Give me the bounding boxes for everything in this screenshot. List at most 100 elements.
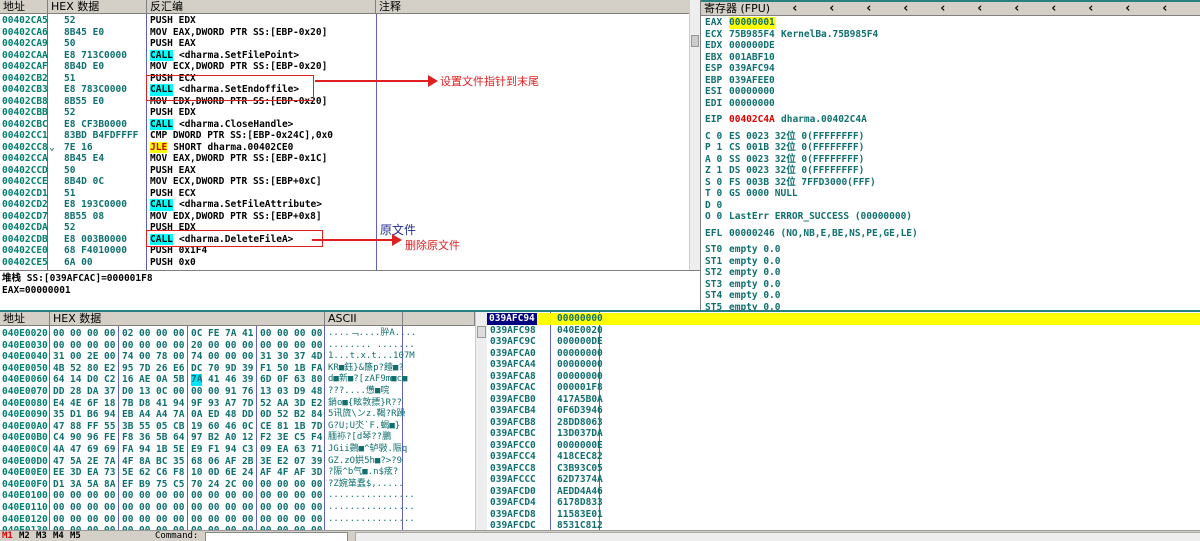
- dump-byte[interactable]: 00: [294, 328, 305, 340]
- dump-byte[interactable]: 0A: [191, 409, 202, 421]
- dump-byte[interactable]: 00: [139, 490, 150, 502]
- nav-left-icon[interactable]: ‹: [1087, 2, 1095, 15]
- stack-row[interactable]: 039AFC94 00000000: [487, 313, 1200, 325]
- dump-byte[interactable]: 10: [191, 467, 202, 479]
- dump-byte[interactable]: 00: [87, 490, 98, 502]
- dump-byte[interactable]: 00: [294, 479, 305, 491]
- dump-byte[interactable]: 00: [311, 490, 322, 502]
- dump-byte[interactable]: 2C: [225, 479, 236, 491]
- dump-byte[interactable]: 46: [225, 421, 236, 433]
- register-value[interactable]: empty 0.0: [729, 302, 780, 311]
- dump-byte[interactable]: 0C: [242, 421, 253, 433]
- dump-byte[interactable]: 00: [260, 328, 271, 340]
- stack-row[interactable]: 039AFCDC 8531C812: [487, 520, 1200, 530]
- dump-byte[interactable]: 12: [242, 432, 253, 444]
- disasm-row[interactable]: 00402CE5 6A 00 PUSH 0x0: [0, 257, 700, 269]
- dump-scrollbar[interactable]: [475, 312, 487, 530]
- dump-byte[interactable]: 24: [242, 467, 253, 479]
- dump-byte[interactable]: 00: [311, 514, 322, 526]
- stack-row[interactable]: 039AFCAC 000001F8: [487, 382, 1200, 394]
- dump-byte[interactable]: C6: [156, 467, 167, 479]
- register-row[interactable]: O 0 LastErr ERROR_SUCCESS (00000000): [701, 211, 1200, 223]
- dump-byte[interactable]: 00: [173, 351, 184, 363]
- dump-byte[interactable]: DC: [191, 363, 202, 375]
- dump-byte[interactable]: 00: [225, 340, 236, 352]
- dump-byte[interactable]: AF: [225, 456, 236, 468]
- dump-byte[interactable]: 69: [87, 444, 98, 456]
- register-value[interactable]: SS 0023 32位 0(FFFFFFFF): [729, 154, 864, 166]
- dump-byte[interactable]: 52: [260, 398, 271, 410]
- dump-row[interactable]: 040E00E0 EE 3D EA 73 5E 62 C6 F8 10 0D 6E 24 AF 4F AF 3D…: [0, 467, 487, 479]
- disasm-row[interactable]: 00402CBB 52 PUSH EDX: [0, 107, 700, 119]
- dump-byte[interactable]: F4: [311, 432, 322, 444]
- disasm-row[interactable]: 00402CA5 52 PUSH EDX: [0, 15, 700, 27]
- dump-byte[interactable]: 00: [139, 340, 150, 352]
- register-value[interactable]: empty 0.0: [729, 279, 780, 291]
- dump-byte[interactable]: 5A: [87, 479, 98, 491]
- dump-byte[interactable]: 3D: [294, 398, 305, 410]
- register-value[interactable]: 039AFEE0: [729, 75, 775, 87]
- dump-byte[interactable]: 00: [70, 490, 81, 502]
- memory-tab-m5[interactable]: M5: [70, 531, 81, 541]
- disasm-scrollbar[interactable]: [689, 0, 700, 270]
- dump-byte[interactable]: 06: [208, 456, 219, 468]
- dump-byte[interactable]: 00: [156, 328, 167, 340]
- dump-byte[interactable]: 0D: [208, 467, 219, 479]
- dump-row[interactable]: 040E0050 4B 52 80 E2 95 7D 26 E6 DC 70 9D 39 F1 50 1B FA…: [0, 363, 487, 375]
- dump-byte[interactable]: 1B: [294, 421, 305, 433]
- dump-byte[interactable]: 00: [87, 328, 98, 340]
- dump-byte[interactable]: EB: [122, 409, 133, 421]
- dump-byte[interactable]: 00: [242, 479, 253, 491]
- dump-byte[interactable]: FF: [87, 421, 98, 433]
- dump-byte[interactable]: 55: [104, 421, 115, 433]
- memory-tab-m3[interactable]: M3: [36, 531, 47, 541]
- dump-byte[interactable]: 81: [277, 421, 288, 433]
- dump-byte[interactable]: AF: [294, 467, 305, 479]
- dump-byte[interactable]: 94: [104, 409, 115, 421]
- dump-byte[interactable]: 7D: [139, 363, 150, 375]
- register-value[interactable]: empty 0.0: [729, 290, 780, 302]
- register-value[interactable]: 039AFC94: [729, 63, 775, 75]
- registers-pane[interactable]: 寄存器 (FPU) ‹ ‹ ‹ ‹ ‹ ‹ ‹ ‹ ‹ ‹ ‹ EAX 00000001 ECX 75B9…: [700, 0, 1200, 310]
- register-value[interactable]: DS 0023 32位 0(FFFFFFFF): [729, 165, 864, 177]
- dump-byte[interactable]: D0: [87, 374, 98, 386]
- dump-row[interactable]: 040E00B0 C4 90 96 FE F8 36 5B 64 97 B2 A0 12 F2 3E C5 F4…: [0, 432, 487, 444]
- dump-byte[interactable]: 5B: [173, 374, 184, 386]
- dump-byte[interactable]: 00: [104, 351, 115, 363]
- dump-byte[interactable]: 00: [277, 502, 288, 514]
- register-value[interactable]: CS 001B 32位 0(FFFFFFFF): [729, 142, 864, 154]
- dump-byte[interactable]: 68: [191, 456, 202, 468]
- dump-byte[interactable]: 00: [242, 490, 253, 502]
- register-row[interactable]: EBP 039AFEE0: [701, 75, 1200, 87]
- dump-byte[interactable]: 5E: [173, 444, 184, 456]
- dump-pane[interactable]: 地址 HEX 数据 ASCII 040E0020 00 00 00 00 02 00 00 00…: [0, 310, 487, 530]
- dump-byte[interactable]: 00: [122, 340, 133, 352]
- dump-byte[interactable]: 8A: [104, 479, 115, 491]
- dump-byte[interactable]: 39: [311, 456, 322, 468]
- stack-row[interactable]: 039AFCA8 00000000: [487, 371, 1200, 383]
- register-value[interactable]: 00000246 (NO,NB,E,BE,NS,PE,GE,LE): [729, 228, 918, 240]
- dump-byte[interactable]: 91: [225, 386, 236, 398]
- dump-byte[interactable]: 00: [173, 328, 184, 340]
- dump-byte[interactable]: C4: [53, 432, 64, 444]
- dump-byte[interactable]: D1: [53, 479, 64, 491]
- dump-header-ascii[interactable]: ASCII: [325, 312, 403, 326]
- nav-left-icon[interactable]: ‹: [791, 2, 799, 15]
- dump-byte[interactable]: 80: [87, 363, 98, 375]
- register-value[interactable]: empty 0.0: [729, 267, 780, 279]
- dump-byte[interactable]: 36: [139, 432, 150, 444]
- dump-byte[interactable]: 00: [277, 328, 288, 340]
- dump-byte[interactable]: 00: [139, 351, 150, 363]
- dump-byte[interactable]: A4: [156, 409, 167, 421]
- dump-byte[interactable]: ED: [208, 409, 219, 421]
- dump-byte[interactable]: 26: [156, 363, 167, 375]
- nav-left-icon[interactable]: ‹: [1124, 2, 1132, 15]
- stack-row[interactable]: 039AFCA4 00000000: [487, 359, 1200, 371]
- dump-byte[interactable]: 7D: [311, 421, 322, 433]
- dump-byte[interactable]: 00: [225, 351, 236, 363]
- register-row[interactable]: ST5 empty 0.0: [701, 302, 1200, 311]
- dump-byte[interactable]: 05: [156, 421, 167, 433]
- dump-byte[interactable]: CE: [260, 421, 271, 433]
- dump-byte[interactable]: E2: [104, 363, 115, 375]
- disasm-row[interactable]: 00402CC1 83BD B4FDFFFF CMP DWORD PTR SS:[E…: [0, 130, 700, 142]
